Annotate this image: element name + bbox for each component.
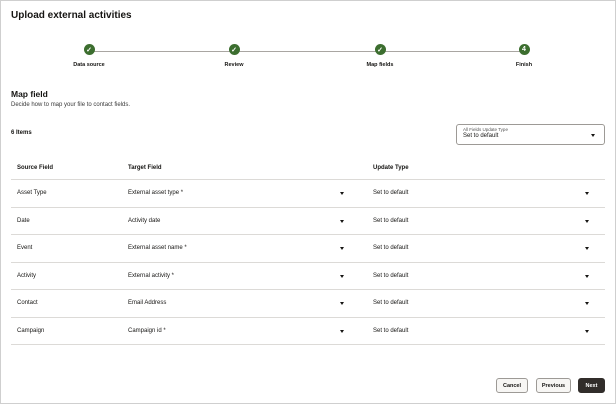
table-row: Activity External activity * Set to defa… [11, 263, 605, 290]
step-number-badge: 4 [518, 44, 530, 55]
step-label: Data source [73, 62, 105, 68]
stepper-line [89, 51, 524, 52]
check-icon: ✓ [83, 44, 95, 55]
chevron-down-icon[interactable] [585, 192, 589, 195]
source-field: Date [17, 217, 30, 224]
source-field: Contact [17, 300, 38, 306]
step-label: Finish [515, 62, 533, 68]
update-type-select[interactable]: Set to default [373, 218, 408, 224]
page-title: Upload external activities [11, 10, 132, 21]
chevron-down-icon[interactable] [340, 247, 344, 250]
update-type-select[interactable]: Set to default [373, 273, 408, 279]
source-field: Campaign [17, 327, 45, 334]
dialog-footer: Cancel Previous Next [0, 368, 616, 404]
chevron-down-icon[interactable] [340, 192, 344, 195]
target-field-select[interactable]: External asset type * [128, 190, 183, 196]
table-row: Event External asset name * Set to defau… [11, 235, 605, 263]
step-label: Review [224, 62, 244, 68]
chevron-down-icon[interactable] [340, 329, 344, 333]
step-label: Map fields [366, 62, 394, 68]
select-value: Set to default [463, 133, 499, 139]
chevron-down-icon[interactable] [585, 247, 589, 250]
target-field-select[interactable]: Email Address [128, 300, 166, 306]
step-finish[interactable]: 4 Finish [484, 44, 564, 68]
dialog-header: Upload external activities [0, 0, 616, 32]
column-header-target: Target Field [128, 165, 162, 171]
source-field: Asset Type [17, 190, 47, 196]
target-field-select[interactable]: Activity date [128, 218, 160, 224]
target-field-select[interactable]: Campaign id * [128, 328, 166, 334]
step-review[interactable]: ✓ Review [194, 44, 274, 68]
column-header-update: Update Type [373, 165, 409, 171]
target-field-select[interactable]: External activity * [128, 273, 174, 279]
table-header: Source Field Target Field Update Type [11, 156, 605, 180]
update-type-select[interactable]: Set to default [373, 190, 408, 196]
source-field: Activity [17, 272, 37, 279]
column-header-source: Source Field [17, 165, 54, 171]
chevron-down-icon[interactable] [585, 302, 589, 305]
target-field-select[interactable]: External asset name * [128, 245, 187, 251]
chevron-down-icon[interactable] [340, 274, 344, 278]
select-label: All Fields Update Type [463, 127, 508, 132]
mapping-table: Source Field Target Field Update Type As… [11, 156, 605, 345]
chevron-down-icon[interactable] [340, 302, 344, 305]
check-icon: ✓ [374, 44, 386, 55]
update-type-select[interactable]: Set to default [373, 245, 408, 251]
chevron-down-icon[interactable] [585, 329, 589, 333]
all-fields-update-type-select[interactable]: All Fields Update Type Set to default [456, 124, 605, 145]
items-count: 6 Items [11, 130, 32, 136]
previous-button[interactable]: Previous [536, 378, 571, 393]
chevron-down-icon[interactable] [585, 274, 589, 278]
check-icon: ✓ [228, 44, 240, 55]
source-field: Event [17, 245, 33, 251]
chevron-down-icon[interactable] [585, 219, 589, 223]
section-title: Map field [11, 89, 48, 99]
cancel-button[interactable]: Cancel [496, 378, 528, 393]
chevron-down-icon[interactable] [340, 219, 344, 223]
table-row: Campaign Campaign id * Set to default [11, 318, 605, 345]
next-button[interactable]: Next [578, 378, 605, 393]
table-row: Date Activity date Set to default [11, 208, 605, 235]
update-type-select[interactable]: Set to default [373, 300, 408, 306]
step-map-fields[interactable]: ✓ Map fields [340, 44, 420, 68]
table-row: Contact Email Address Set to default [11, 290, 605, 318]
update-type-select[interactable]: Set to default [373, 328, 408, 334]
section-description: Decide how to map your file to contact f… [11, 102, 131, 108]
table-row: Asset Type External asset type * Set to … [11, 180, 605, 208]
progress-stepper: ✓ Data source ✓ Review ✓ Map fields 4 Fi… [0, 44, 616, 74]
step-data-source[interactable]: ✓ Data source [49, 44, 129, 68]
chevron-down-icon [591, 134, 595, 137]
